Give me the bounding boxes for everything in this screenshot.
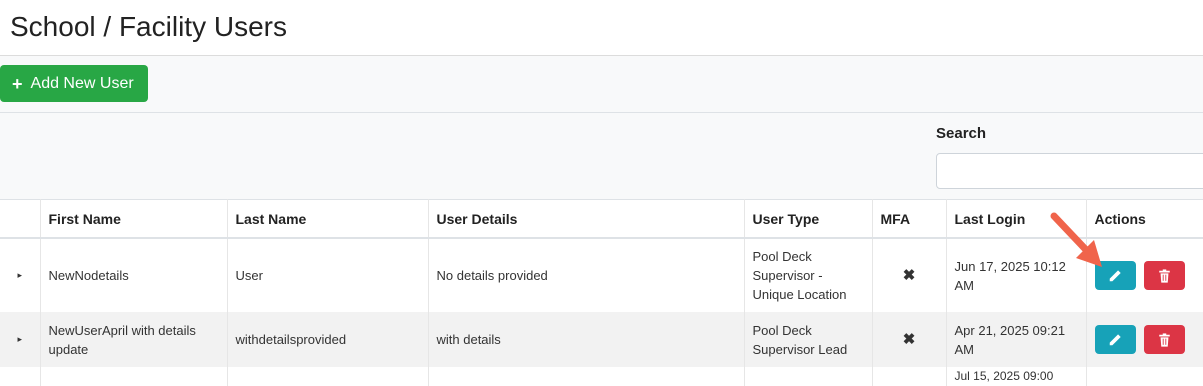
header-first-name[interactable]: First Name bbox=[40, 199, 228, 239]
add-new-user-button[interactable]: + Add New User bbox=[0, 65, 148, 102]
cell-empty bbox=[227, 367, 429, 386]
cell-first-name: NewNodetails bbox=[40, 238, 228, 312]
delete-user-button[interactable] bbox=[1143, 261, 1185, 290]
edit-user-button[interactable] bbox=[1094, 325, 1136, 354]
add-new-user-label: Add New User bbox=[30, 74, 134, 92]
header-mfa[interactable]: MFA bbox=[872, 199, 947, 239]
header-user-details[interactable]: User Details bbox=[428, 199, 745, 239]
caret-right-icon: ▸ bbox=[17, 270, 23, 280]
cell-user-type: Pool Deck Supervisor - Unique Location bbox=[744, 238, 873, 312]
toolbar: + Add New User bbox=[0, 56, 1203, 113]
cell-empty bbox=[0, 367, 41, 386]
cell-last-name: User bbox=[227, 238, 429, 312]
x-mark-icon: ✖ bbox=[872, 238, 947, 312]
expand-row-toggle[interactable]: ▸ bbox=[0, 238, 41, 312]
table-row: ▸ NewUserApril with details update withd… bbox=[0, 312, 1203, 367]
cell-last-name: withdetailsprovided bbox=[227, 312, 429, 367]
cell-user-details: with details bbox=[428, 312, 745, 367]
users-table: First Name Last Name User Details User T… bbox=[0, 199, 1203, 386]
table-header-row: First Name Last Name User Details User T… bbox=[0, 199, 1203, 239]
pencil-icon bbox=[1109, 333, 1121, 345]
table-row: Jul 15, 2025 09:00 bbox=[0, 367, 1203, 386]
caret-right-icon: ▸ bbox=[17, 334, 23, 344]
header-expand bbox=[0, 199, 41, 239]
expand-row-toggle[interactable]: ▸ bbox=[0, 312, 41, 367]
cell-actions bbox=[1086, 238, 1203, 312]
edit-user-button[interactable] bbox=[1094, 261, 1136, 290]
pencil-icon bbox=[1109, 269, 1121, 281]
cell-empty bbox=[744, 367, 873, 386]
cell-empty bbox=[40, 367, 228, 386]
delete-user-button[interactable] bbox=[1143, 325, 1185, 354]
plus-icon: + bbox=[12, 73, 23, 94]
trash-icon bbox=[1158, 268, 1170, 283]
page-title: School / Facility Users bbox=[10, 11, 287, 42]
cell-actions bbox=[1086, 367, 1203, 386]
cell-last-login: Jul 15, 2025 09:00 bbox=[946, 367, 1087, 386]
cell-first-name: NewUserApril with details update bbox=[40, 312, 228, 367]
cell-last-login: Jun 17, 2025 10:12 AM bbox=[946, 238, 1087, 312]
table-row: ▸ NewNodetails User No details provided … bbox=[0, 238, 1203, 312]
trash-icon bbox=[1158, 332, 1170, 347]
cell-actions bbox=[1086, 312, 1203, 367]
cell-last-login: Apr 21, 2025 09:21 AM bbox=[946, 312, 1087, 367]
cell-empty bbox=[428, 367, 745, 386]
cell-empty bbox=[872, 367, 947, 386]
search-label: Search bbox=[936, 125, 987, 142]
header-user-type[interactable]: User Type bbox=[744, 199, 873, 239]
header-last-login[interactable]: Last Login bbox=[946, 199, 1087, 239]
search-input[interactable] bbox=[936, 153, 1203, 189]
cell-user-type: Pool Deck Supervisor Lead bbox=[744, 312, 873, 367]
header-actions: Actions bbox=[1086, 199, 1203, 239]
search-panel: Search bbox=[0, 113, 1203, 199]
cell-user-details: No details provided bbox=[428, 238, 745, 312]
header-last-name[interactable]: Last Name bbox=[227, 199, 429, 239]
x-mark-icon: ✖ bbox=[872, 312, 947, 367]
